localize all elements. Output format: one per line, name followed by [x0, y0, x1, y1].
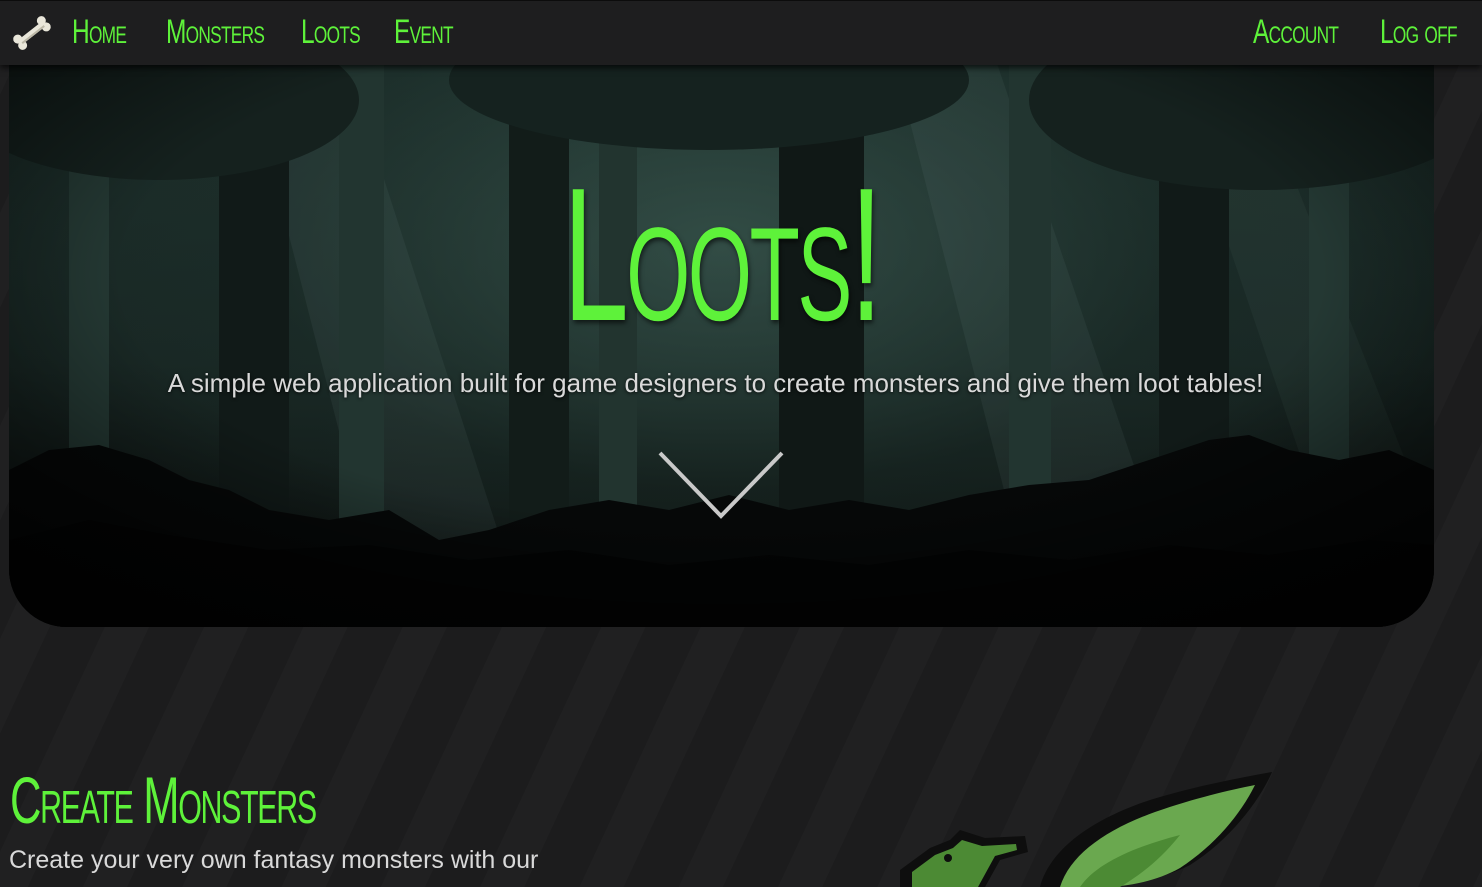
nav-loots-link[interactable]: Loots: [301, 13, 361, 52]
chevron-down-icon[interactable]: [657, 450, 785, 520]
nav-monsters-link[interactable]: Monsters: [166, 13, 265, 52]
nav-home-link[interactable]: Home: [72, 13, 127, 52]
section-title: Create Monsters: [10, 763, 317, 837]
nav-logoff-link[interactable]: Log off: [1380, 13, 1458, 52]
top-navbar: Home Monsters Loots Event Account Log of…: [0, 0, 1482, 65]
hero-subtitle: A simple web application built for game …: [167, 368, 1264, 398]
dragon-illustration: [900, 772, 1272, 887]
nav-account-link[interactable]: Account: [1253, 13, 1339, 52]
nav-event-link[interactable]: Event: [394, 13, 454, 52]
bone-icon[interactable]: [10, 13, 54, 53]
hero-banner: Loots! A simple web application built fo…: [9, 40, 1434, 627]
section-text: Create your very own fantasy monsters wi…: [9, 846, 539, 874]
hero-title: Loots!: [562, 149, 882, 361]
